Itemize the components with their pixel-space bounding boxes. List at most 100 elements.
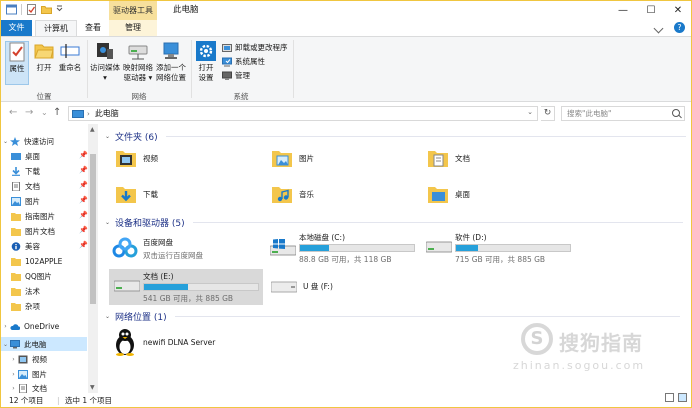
uninstall-button[interactable]: 卸载或更改程序	[222, 42, 288, 53]
address-bar[interactable]: › 此电脑 ⌄	[68, 106, 538, 121]
drive-usage-bar	[143, 283, 259, 291]
usb-drive-f[interactable]: U 盘 (F:)	[270, 279, 333, 293]
devices-group-header[interactable]: ⌄ 设备和驱动器 (5)	[105, 216, 683, 229]
recent-locations-button[interactable]: ⌄	[41, 107, 48, 119]
tab-computer[interactable]: 计算机	[35, 20, 77, 37]
drive-d[interactable]: 软件 (D:) 715 GB 可用，共 885 GB	[421, 230, 575, 266]
close-button[interactable]: ✕	[664, 1, 691, 20]
properties-button[interactable]: 属性	[5, 41, 29, 85]
open-settings-button[interactable]: 打开 设置	[194, 41, 218, 83]
desktop-folder-icon	[427, 184, 449, 204]
address-dropdown[interactable]: ⌄	[527, 108, 533, 116]
chevron-right-icon[interactable]: ›	[9, 385, 18, 392]
breadcrumb-separator[interactable]: ›	[87, 110, 90, 118]
pc-child-videos[interactable]: › 视频	[9, 352, 95, 366]
quick-access-node[interactable]: ⌄ 快速访问	[1, 134, 87, 148]
properties-icon[interactable]	[26, 4, 37, 15]
search-placeholder: 搜索"此电脑"	[567, 109, 612, 118]
chevron-right-icon[interactable]: ›	[9, 356, 18, 363]
scrollbar-thumb[interactable]	[90, 154, 96, 304]
folder-pictures[interactable]: 图片	[271, 148, 314, 168]
access-media-dropdown: ▾	[103, 73, 107, 82]
tab-view[interactable]: 查看	[77, 20, 109, 36]
chevron-right-icon[interactable]: ›	[9, 371, 18, 378]
quick-access-label: 快速访问	[24, 136, 54, 146]
nav-item-spells[interactable]: 法术	[11, 284, 97, 298]
pin-icon: 📌	[79, 226, 88, 234]
nav-item-misc[interactable]: 杂项	[11, 299, 97, 313]
nav-item-label: 杂项	[25, 301, 40, 311]
uninstall-label: 卸载或更改程序	[235, 43, 288, 52]
add-network-location-button[interactable]: 添加一个 网络位置	[155, 41, 187, 83]
devices-header-label: 设备和驱动器 (5)	[115, 219, 185, 229]
open-button[interactable]: 打开	[33, 41, 55, 73]
folders-group-header[interactable]: ⌄ 文件夹 (6)	[105, 130, 686, 143]
folder-icon[interactable]	[41, 4, 52, 15]
drive-size: 88.8 GB 可用，共 118 GB	[299, 255, 392, 264]
folder-documents[interactable]: 文档	[427, 148, 470, 168]
manage-button[interactable]: 管理	[222, 70, 250, 81]
nav-item-qq-pictures[interactable]: QQ图片	[11, 269, 97, 283]
star-icon	[10, 136, 20, 146]
nav-item-102apple[interactable]: 102APPLE	[11, 254, 97, 268]
maximize-button[interactable]: ☐	[637, 1, 665, 20]
search-icon[interactable]	[672, 109, 680, 117]
folder-icon	[11, 272, 21, 281]
drive-usage-fill	[300, 245, 329, 251]
drive-e[interactable]: 文档 (E:) 541 GB 可用，共 885 GB	[109, 269, 263, 305]
pc-child-pictures[interactable]: › 图片	[9, 367, 95, 381]
this-pc-node[interactable]: ⌄ 此电脑	[1, 337, 87, 351]
folder-downloads[interactable]: 下载	[115, 184, 158, 204]
drive-size: 715 GB 可用，共 885 GB	[455, 255, 546, 264]
folder-icon	[11, 227, 21, 236]
back-button[interactable]: ←	[9, 107, 17, 119]
chevron-down-icon[interactable]: ⌄	[105, 133, 110, 140]
large-icons-view-icon[interactable]	[678, 393, 687, 402]
chevron-down-icon[interactable]	[56, 4, 63, 15]
chevron-down-icon[interactable]: ⌄	[1, 138, 10, 145]
map-network-drive-button[interactable]: 映射网络 驱动器 ▾	[122, 41, 154, 83]
nav-pane-scrollbar[interactable]: ▲ ▼	[88, 124, 98, 393]
search-input[interactable]: 搜索"此电脑"	[561, 106, 685, 121]
access-media-label: 访问媒体	[90, 63, 120, 72]
folder-desktop[interactable]: 桌面	[427, 184, 470, 204]
dlna-server[interactable]: newifi DLNA Server	[113, 328, 215, 356]
access-media-button[interactable]: 访问媒体 ▾	[89, 41, 121, 83]
folder-music[interactable]: 音乐	[271, 184, 314, 204]
system-properties-button[interactable]: 系统属性	[222, 56, 265, 67]
minimize-button[interactable]: —	[609, 1, 637, 20]
breadcrumb-this-pc[interactable]: 此电脑	[95, 108, 119, 119]
details-view-icon[interactable]	[665, 393, 674, 402]
system-properties-label: 系统属性	[235, 57, 265, 66]
folder-videos[interactable]: 视频	[115, 148, 158, 168]
rename-button[interactable]: 重命名	[57, 41, 83, 73]
scroll-down-icon[interactable]: ▼	[90, 384, 95, 391]
open-folder-icon	[34, 41, 54, 61]
network-group-header[interactable]: ⌄ 网络位置 (1)	[105, 310, 680, 323]
drive-size: 541 GB 可用，共 885 GB	[143, 294, 234, 303]
chevron-down-icon[interactable]: ⌄	[105, 219, 110, 226]
help-icon[interactable]: ?	[674, 22, 685, 33]
map-drive-label: 映射网络	[123, 63, 153, 72]
scroll-up-icon[interactable]: ▲	[90, 126, 95, 133]
chevron-right-icon[interactable]: ›	[1, 323, 10, 330]
tab-manage[interactable]: 管理	[109, 20, 157, 36]
download-folder-icon	[115, 184, 137, 204]
tab-file[interactable]: 文件	[1, 20, 32, 36]
chevron-down-icon[interactable]: ⌄	[1, 341, 10, 348]
baidu-netdisk[interactable]: 百度网盘 双击运行百度网盘	[111, 235, 203, 263]
chevron-down-icon[interactable]: ⌄	[105, 313, 110, 320]
folder-label: 文档	[455, 153, 470, 163]
up-button[interactable]: ↑	[53, 107, 61, 119]
pc-child-label: 视频	[32, 354, 47, 364]
refresh-button[interactable]: ↻	[541, 106, 555, 121]
open-settings-label: 打开	[198, 63, 214, 72]
pin-icon: 📌	[79, 196, 88, 204]
drive-c[interactable]: 本地磁盘 (C:) 88.8 GB 可用，共 118 GB	[265, 230, 419, 266]
onedrive-node[interactable]: › OneDrive	[1, 319, 87, 333]
drive-name: 文档 (E:)	[143, 272, 174, 281]
expand-ribbon-icon[interactable]	[653, 23, 664, 33]
nav-item-label: 指南图片	[25, 211, 55, 221]
forward-button[interactable]: →	[25, 107, 33, 119]
hard-drive-icon	[425, 239, 453, 253]
